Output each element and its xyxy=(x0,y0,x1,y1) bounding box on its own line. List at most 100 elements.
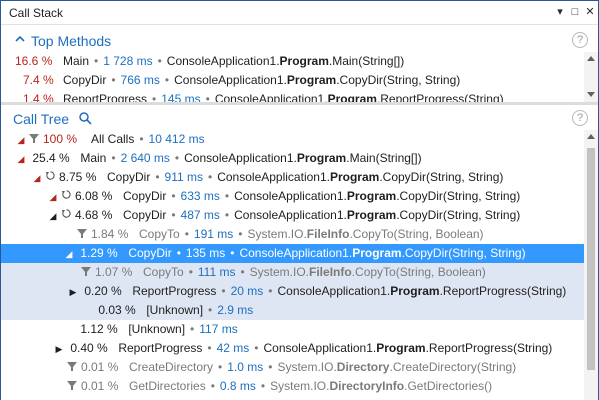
collapse-icon[interactable]: ◢ xyxy=(15,131,27,150)
tree-row[interactable]: 0.01 % GetDirectories • 0.8 ms • System.IO.Di… xyxy=(1,377,584,396)
separator-dot: • xyxy=(230,246,235,260)
namespace: ConsoleApplication1. xyxy=(263,341,377,355)
scroll-down-icon[interactable] xyxy=(587,92,595,97)
call-name: All Calls xyxy=(91,132,135,146)
time-value: 0.8 ms xyxy=(219,379,256,393)
tree-row[interactable]: 1.07 % CopyTo • 111 ms • System.IO.FileInfo.C… xyxy=(1,263,584,282)
percent-value: 4.68 % xyxy=(75,208,113,222)
top-methods-header[interactable]: Top Methods ? xyxy=(1,28,598,52)
namespace: System.IO. xyxy=(247,227,307,241)
collapse-icon[interactable]: ◢ xyxy=(47,188,59,207)
collapse-icon[interactable]: ◢ xyxy=(63,245,75,264)
top-method-row[interactable]: 16.6 % Main • 1 728 ms • ConsoleApplication1.… xyxy=(1,52,583,71)
class-name: Program xyxy=(390,284,440,298)
separator-dot: • xyxy=(221,284,226,298)
separator-dot: • xyxy=(176,246,181,260)
class-name: Program xyxy=(286,73,337,87)
tree-row[interactable]: ◢ 6.08 % CopyDir • 633 ms • ConsoleApplication… xyxy=(1,187,584,206)
filter-icon xyxy=(65,358,79,377)
tree-row[interactable]: ◢ 4.68 % CopyDir • 487 ms • ConsoleApplication… xyxy=(1,206,584,225)
separator-dot: • xyxy=(190,322,195,336)
tree-row-selected[interactable]: ◢ 1.29 % CopyDir • 135 ms • ConsoleApplicatio… xyxy=(1,244,584,263)
scroll-up-icon[interactable] xyxy=(587,56,595,61)
tree-row[interactable]: 1.84 % CopyTo • 191 ms • System.IO.FileInfo.C… xyxy=(1,225,584,244)
help-icon[interactable]: ? xyxy=(572,32,588,48)
method-signature: .ReportProgress(String) xyxy=(425,341,553,355)
top-method-row[interactable]: 1.4 % ReportProgress • 145 ms • ConsoleApplic… xyxy=(1,90,583,102)
time-value: 487 ms xyxy=(180,208,220,222)
separator-dot: • xyxy=(240,265,245,279)
separator-dot: • xyxy=(174,151,180,165)
call-name: ReportProgress xyxy=(132,284,217,298)
time-value: 117 ms xyxy=(199,322,238,336)
percent-value: 1.4 % xyxy=(23,92,54,102)
time-value: 1 728 ms xyxy=(103,54,153,68)
time-value: 766 ms xyxy=(120,73,160,87)
search-icon[interactable] xyxy=(78,111,92,125)
call-tree-scrollbar[interactable] xyxy=(584,130,598,400)
call-name: CreateDirectory xyxy=(129,360,214,374)
method-signature: .Main(String[]) xyxy=(346,151,422,165)
method-signature: .CopyDir(String, String) xyxy=(396,208,521,222)
recursion-icon xyxy=(43,168,57,187)
class-name: Program xyxy=(346,189,397,203)
separator-dot: • xyxy=(171,208,176,222)
call-tree-header: Call Tree ? xyxy=(1,106,598,130)
namespace: System.IO. xyxy=(277,360,337,374)
splitter[interactable] xyxy=(1,102,598,105)
dropdown-icon[interactable]: ▾ xyxy=(553,5,567,19)
percent-value: 1.12 % xyxy=(80,322,118,336)
class-name: Program xyxy=(346,208,397,222)
method-name: Main xyxy=(63,54,90,68)
top-methods-label: Top Methods xyxy=(31,33,112,49)
percent-value: 1.29 % xyxy=(80,246,118,260)
separator-dot: • xyxy=(155,170,160,184)
collapse-icon[interactable]: ◢ xyxy=(31,169,43,188)
top-methods-scrollbar[interactable] xyxy=(584,52,598,102)
tree-row[interactable]: ▶ 0.20 % ReportProgress • 20 ms • ConsoleAppl… xyxy=(1,282,584,301)
tree-row[interactable]: 0.01 %GetFiles•0.8 ms•System.IO.Director… xyxy=(1,396,584,400)
expand-icon[interactable]: ▶ xyxy=(67,283,79,302)
separator-dot: • xyxy=(94,54,99,68)
time-value: 42 ms xyxy=(216,341,250,355)
separator-dot: • xyxy=(238,227,243,241)
method-signature: .CopyDir(String, String) xyxy=(396,189,521,203)
separator-dot: • xyxy=(224,189,230,203)
tree-row[interactable]: ◢ 8.75 % CopyDir • 911 ms • ConsoleApplication… xyxy=(1,168,584,187)
percent-value: 1.07 % xyxy=(95,265,133,279)
time-value: 1.0 ms xyxy=(227,360,264,374)
time-value: 20 ms xyxy=(230,284,264,298)
help-icon[interactable]: ? xyxy=(572,110,588,126)
tree-row[interactable]: 1.12 % [Unknown] • 117 ms xyxy=(1,320,584,339)
time-value: 135 ms xyxy=(185,246,226,260)
method-signature: .CopyDir(String, String) xyxy=(401,246,526,260)
class-name: Directory xyxy=(336,360,390,374)
separator-dot: • xyxy=(111,73,116,87)
collapse-icon[interactable]: ◢ xyxy=(15,150,27,169)
maximize-icon[interactable]: □ xyxy=(568,5,582,19)
time-value: 111 ms xyxy=(197,265,236,279)
filter-icon xyxy=(75,225,89,244)
expand-icon[interactable]: ▶ xyxy=(53,340,65,359)
top-method-row[interactable]: 7.4 % CopyDir • 766 ms • ConsoleApplication1.… xyxy=(1,71,583,90)
chevron-up-icon[interactable] xyxy=(14,33,26,45)
separator-dot: • xyxy=(210,379,215,393)
tree-row[interactable]: ◢ 25.4 % Main • 2 640 ms • ConsoleApplication… xyxy=(1,149,584,168)
namespace: ConsoleApplication1. xyxy=(214,92,328,102)
filter-icon xyxy=(27,130,41,149)
close-icon[interactable]: ✕ xyxy=(583,5,597,19)
method-signature: .CopyTo(String, Boolean) xyxy=(351,265,486,279)
call-name: CopyDir xyxy=(128,246,172,260)
tree-row[interactable]: ▶ 0.40 % ReportProgress • 42 ms • ConsoleAppl… xyxy=(1,339,584,358)
scroll-up-icon[interactable] xyxy=(587,134,595,139)
time-value: 2 640 ms xyxy=(120,151,170,165)
tree-row[interactable]: 0.03 % [Unknown] • 2.9 ms xyxy=(1,301,584,320)
scrollbar-thumb[interactable] xyxy=(587,148,595,370)
tree-row[interactable]: ◢ 100 % All Calls • 10 412 ms xyxy=(1,130,584,149)
collapse-icon[interactable]: ◢ xyxy=(47,207,59,226)
method-name: ReportProgress xyxy=(63,92,148,102)
tree-row[interactable]: 0.01 % CreateDirectory • 1.0 ms • System.IO.D… xyxy=(1,358,584,377)
percent-value: 1.84 % xyxy=(91,227,129,241)
class-name: Program xyxy=(352,246,402,260)
separator-dot: • xyxy=(157,54,162,68)
